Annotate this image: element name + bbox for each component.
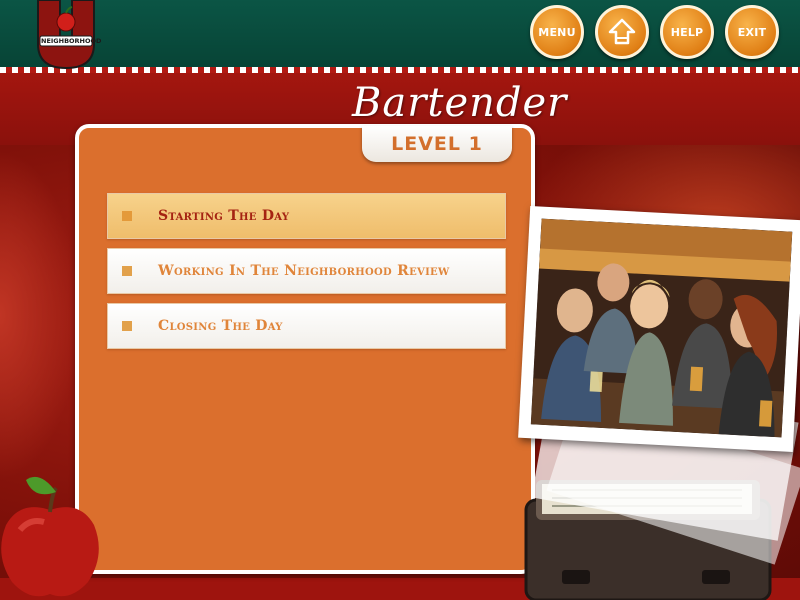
menu-button[interactable]: MENU [530, 5, 584, 59]
menu-item-starting-the-day[interactable]: Starting The Day [107, 193, 506, 239]
menu-panel [75, 124, 535, 574]
bullet-icon [122, 211, 132, 221]
menu-item-label: Working In The Neighborhood Review [158, 263, 450, 279]
menu-item-closing-the-day[interactable]: Closing The Day [107, 303, 506, 349]
background-apple-glow [0, 150, 80, 480]
level-label: LEVEL 1 [391, 133, 483, 155]
exit-button-label: EXIT [737, 25, 767, 39]
home-arrow-icon [608, 18, 636, 45]
bullet-icon [122, 321, 132, 331]
help-button[interactable]: HELP [660, 5, 714, 59]
exit-button[interactable]: EXIT [725, 5, 779, 59]
bullet-icon [122, 266, 132, 276]
bar-photo-image [530, 218, 793, 438]
checker-border [0, 67, 800, 73]
menu-item-label: Starting The Day [158, 208, 290, 224]
page-title-script: Bartender [352, 80, 568, 126]
home-button[interactable] [595, 5, 649, 59]
logo-text: NEIGHBORHOOD [41, 37, 102, 45]
menu-item-working-review[interactable]: Working In The Neighborhood Review [107, 248, 506, 294]
menu-button-label: MENU [538, 25, 576, 39]
apple-image [0, 470, 104, 600]
help-button-label: HELP [670, 25, 704, 39]
menu-item-label: Closing The Day [158, 318, 283, 334]
bar-photo [518, 205, 800, 453]
level-tab: LEVEL 1 [362, 126, 512, 162]
neighborhood-u-logo [34, 0, 98, 70]
